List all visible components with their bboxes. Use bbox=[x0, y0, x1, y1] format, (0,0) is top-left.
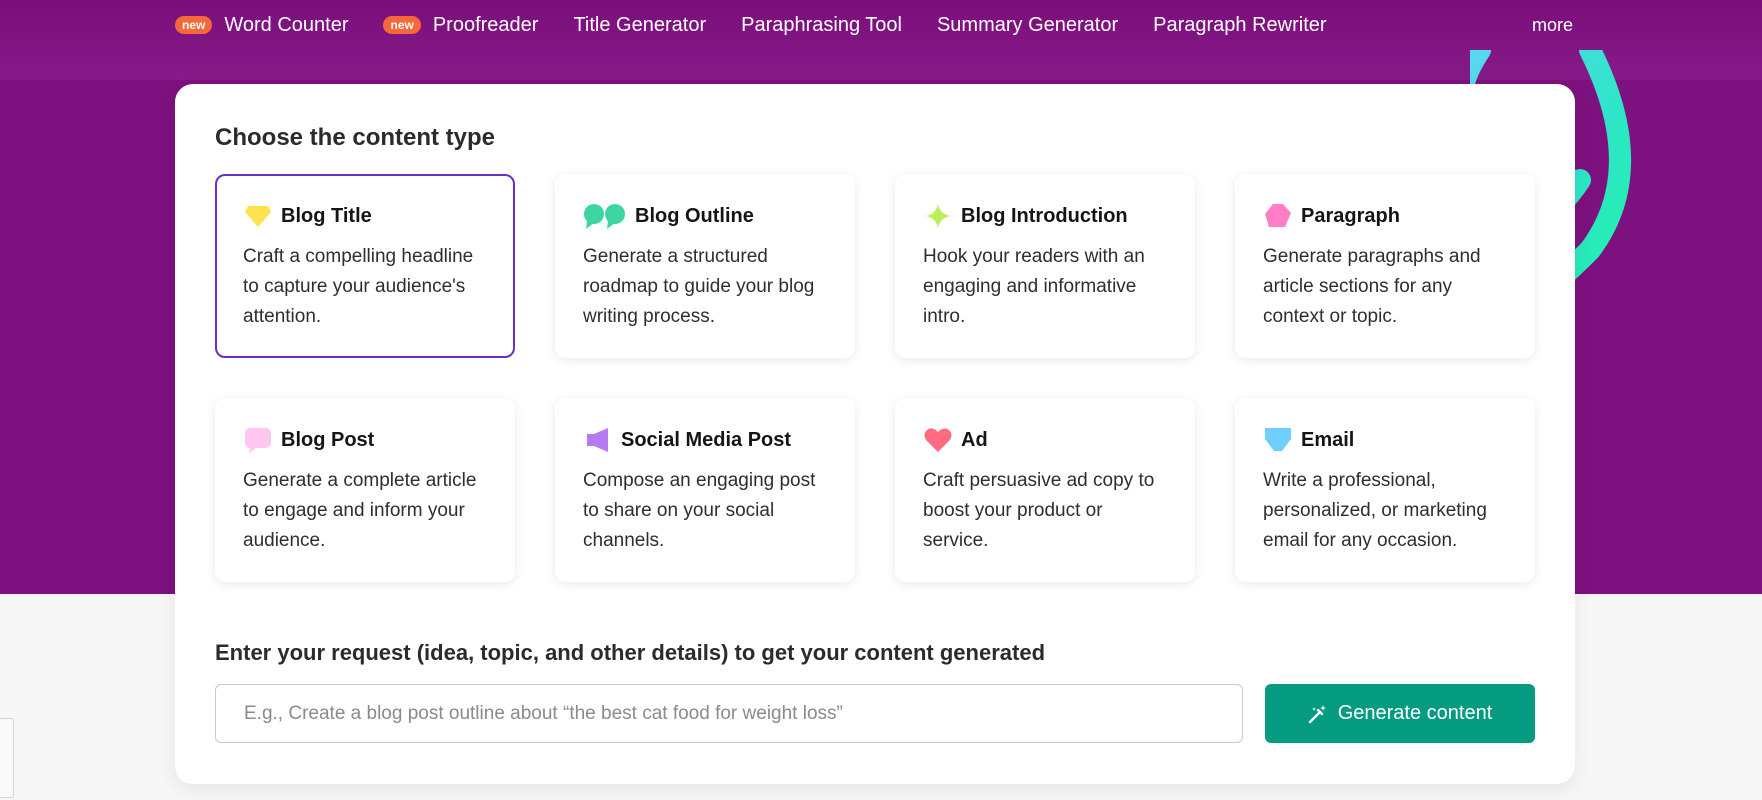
card-description: Craft a compelling headline to capture y… bbox=[243, 246, 474, 327]
nav-item-title-generator[interactable]: Title Generator bbox=[573, 14, 706, 37]
card-email[interactable]: Email Write a professional, personalized… bbox=[1235, 398, 1535, 582]
card-description: Generate paragraphs and article sections… bbox=[1263, 246, 1481, 327]
nav-item-paragraph-rewriter[interactable]: Paragraph Rewriter bbox=[1153, 14, 1326, 37]
card-title: Blog Post bbox=[281, 428, 375, 451]
card-social-media-post[interactable]: Social Media Post Compose an engaging po… bbox=[555, 398, 855, 582]
generate-content-button[interactable]: Generate content bbox=[1265, 684, 1535, 743]
top-navigation: new Word Counter new Proofreader Title G… bbox=[175, 0, 1575, 50]
card-paragraph[interactable]: Paragraph Generate paragraphs and articl… bbox=[1235, 174, 1535, 358]
megaphone-icon bbox=[583, 426, 613, 454]
generate-button-label: Generate content bbox=[1337, 702, 1493, 724]
diamond-icon bbox=[243, 202, 273, 230]
card-description: Hook your readers with an engaging and i… bbox=[923, 246, 1145, 327]
nav-item-label: Proofreader bbox=[432, 13, 539, 36]
nav-item-summary-generator[interactable]: Summary Generator bbox=[937, 14, 1118, 37]
chat-bubble-icon bbox=[243, 426, 273, 454]
card-title: Email bbox=[1301, 428, 1355, 451]
card-description: Compose an engaging post to share on you… bbox=[583, 470, 816, 551]
nav-item-label: Title Generator bbox=[573, 13, 707, 36]
card-title: Blog Outline bbox=[635, 204, 754, 227]
content-type-title: Choose the content type bbox=[215, 124, 496, 151]
nav-item-label: Paragraph Rewriter bbox=[1153, 13, 1327, 36]
card-title: Social Media Post bbox=[621, 428, 792, 451]
card-title: Ad bbox=[961, 428, 988, 451]
nav-item-word-counter[interactable]: new Word Counter bbox=[175, 14, 348, 37]
magic-wand-icon bbox=[1308, 704, 1328, 724]
nav-item-proofreader[interactable]: new Proofreader bbox=[383, 14, 538, 37]
card-title: Blog Introduction bbox=[961, 204, 1128, 227]
card-description: Craft persuasive ad copy to boost your p… bbox=[923, 470, 1155, 551]
new-badge: new bbox=[383, 16, 421, 34]
card-blog-title[interactable]: Blog Title Craft a compelling headline t… bbox=[215, 174, 515, 358]
nav-item-paraphrasing-tool[interactable]: Paraphrasing Tool bbox=[741, 14, 902, 37]
nav-item-label: Summary Generator bbox=[936, 13, 1119, 36]
card-blog-post[interactable]: Blog Post Generate a complete article to… bbox=[215, 398, 515, 582]
card-title: Blog Title bbox=[281, 204, 372, 227]
new-badge: new bbox=[175, 16, 213, 34]
heart-icon bbox=[923, 426, 953, 454]
pentagon-icon bbox=[1263, 202, 1293, 230]
nav-item-label: Paraphrasing Tool bbox=[741, 13, 902, 36]
card-description: Write a professional, personalized, or m… bbox=[1263, 470, 1487, 551]
card-title: Paragraph bbox=[1301, 204, 1400, 227]
nav-more-link[interactable]: more bbox=[1532, 15, 1573, 36]
card-blog-introduction[interactable]: Blog Introduction Hook your readers with… bbox=[895, 174, 1195, 358]
card-blog-outline[interactable]: Blog Outline Generate a structured roadm… bbox=[555, 174, 855, 358]
content-generator-panel: Choose the content type Blog Title Craft… bbox=[175, 84, 1575, 784]
request-input[interactable] bbox=[215, 684, 1243, 743]
card-description: Generate a structured roadmap to guide y… bbox=[583, 246, 815, 327]
recaptcha-badge[interactable] bbox=[0, 718, 14, 798]
sparkle-icon bbox=[923, 202, 953, 230]
content-type-grid: Blog Title Craft a compelling headline t… bbox=[215, 174, 1535, 584]
speech-bubbles-icon bbox=[583, 202, 627, 230]
nav-item-label: Word Counter bbox=[224, 13, 349, 36]
envelope-icon bbox=[1263, 426, 1293, 454]
card-ad[interactable]: Ad Craft persuasive ad copy to boost you… bbox=[895, 398, 1195, 582]
request-label: Enter your request (idea, topic, and oth… bbox=[215, 640, 1046, 665]
card-description: Generate a complete article to engage an… bbox=[243, 470, 477, 551]
